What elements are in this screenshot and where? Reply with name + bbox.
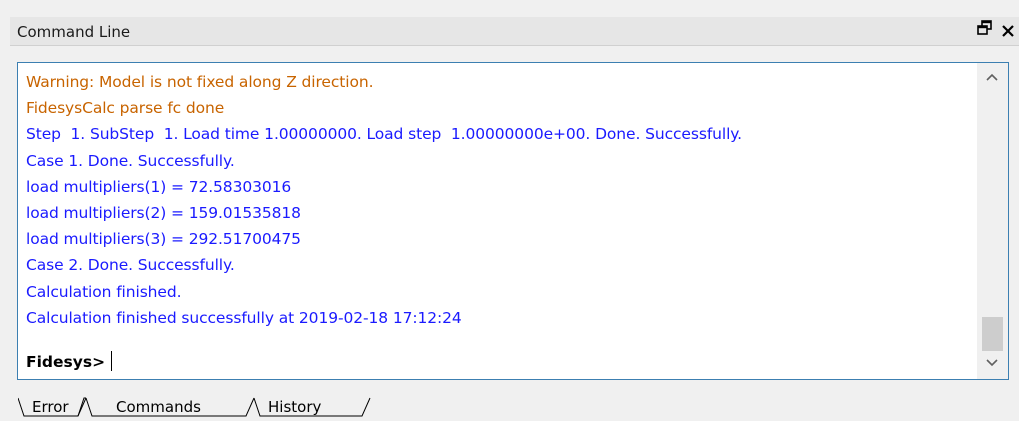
output-line: load multipliers(1) = 72.58303016 [26,177,292,196]
vertical-scrollbar[interactable] [977,63,1008,379]
panel-titlebar: Command Line [10,17,1019,46]
output-line: load multipliers(3) = 292.51700475 [26,230,301,249]
chevron-down-icon[interactable] [985,357,999,372]
scrollbar-thumb[interactable] [982,317,1003,351]
output-line: Warning: Model is not fixed along Z dire… [26,73,374,91]
chevron-up-svg [986,73,998,81]
panel-title: Command Line [17,23,131,41]
float-window-icon[interactable] [977,20,993,40]
output-line: Calculation finished. [26,282,182,301]
tab-error[interactable]: Error [32,398,69,416]
output-line: load multipliers(2) = 159.01535818 [26,203,301,222]
tab-commands[interactable]: Commands [116,398,201,416]
output-line: Case 2. Done. Successfully. [26,256,235,275]
command-output-area[interactable]: Warning: Model is not fixed along Z dire… [17,62,1009,380]
chevron-down-svg [986,359,998,367]
float-window-svg [977,20,992,35]
chevron-up-icon[interactable] [985,71,999,86]
text-cursor [111,351,113,371]
prompt-label: Fidesys> [26,353,106,371]
tab-history[interactable]: History [268,398,321,416]
output-line: FidesysCalc parse fc done [26,99,225,118]
command-input-row[interactable]: Fidesys> [26,349,113,375]
output-line: Calculation finished successfully at 201… [26,308,462,327]
output-lines: Warning: Model is not fixed along Z dire… [26,69,742,331]
close-svg [1002,25,1014,37]
output-line: Step 1. SubStep 1. Load time 1.00000000.… [26,125,742,144]
output-line: Case 1. Done. Successfully. [26,151,235,170]
close-icon[interactable] [1001,19,1015,43]
